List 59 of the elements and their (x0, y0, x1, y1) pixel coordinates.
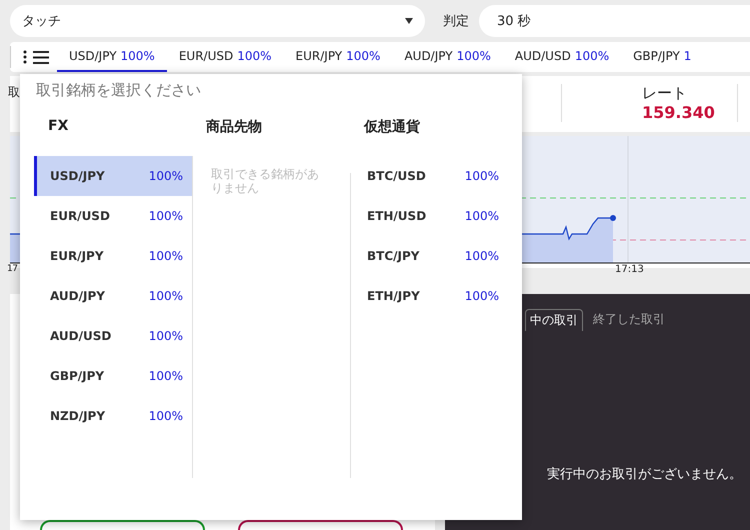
mode-select[interactable]: タッチ (10, 5, 425, 37)
time-label: 17 (7, 264, 18, 274)
symbol-name: AUD/JPY (50, 289, 105, 303)
symbol-name: ETH/JPY (367, 289, 420, 303)
symbol-name: EUR/USD (50, 209, 110, 223)
symbol-option[interactable]: AUD/JPY 100% (34, 276, 192, 316)
payout-rate: 100% (148, 289, 183, 303)
empty-message: 実行中のお取引がございません。 (547, 466, 743, 483)
symbol-tab[interactable]: AUD/USD 100% (502, 42, 622, 72)
symbol-option[interactable]: GBP/JPY 100% (34, 356, 192, 396)
symbol-name: GBP/JPY (50, 369, 104, 383)
trades-tab[interactable]: 終了した取引 (589, 309, 669, 331)
category-heading: FX (48, 118, 68, 136)
symbol-tab[interactable]: AUD/JPY 100% (392, 42, 503, 72)
symbol-option[interactable]: ETH/USD 100% (351, 196, 508, 236)
kebab-menu-icon[interactable] (23, 50, 27, 64)
symbol-tab[interactable]: USD/JPY 100% (57, 42, 167, 72)
select-value: タッチ (22, 13, 61, 30)
payout-rate: 100% (464, 209, 499, 223)
trades-tab[interactable]: 中の取引 (525, 309, 583, 331)
judgement-field[interactable]: 30 秒 (479, 5, 750, 37)
picker-title: 取引銘柄を選択ください (36, 81, 201, 100)
payout-rate: 100% (148, 409, 183, 423)
symbol-name: BTC/USD (367, 169, 426, 183)
rate-value: 159.340 (642, 103, 716, 122)
symbol-option[interactable]: EUR/JPY 100% (34, 236, 192, 276)
category-heading: 商品先物 (206, 118, 262, 137)
symbol-tab[interactable]: GBP/JPY 1 (621, 42, 704, 72)
caret-icon (405, 18, 413, 24)
panel-title: 取 (8, 84, 20, 101)
rate-label: レート (642, 84, 688, 103)
payout-rate: 100% (148, 249, 183, 263)
payout-rate: 100% (148, 329, 183, 343)
symbol-tab[interactable]: EUR/JPY 100% (284, 42, 392, 72)
symbol-name: AUD/USD (50, 329, 112, 343)
category-heading: 仮想通貨 (364, 118, 420, 137)
symbol-option[interactable]: EUR/USD 100% (34, 196, 192, 236)
payout-rate: 100% (148, 169, 183, 183)
payout-rate: 100% (464, 249, 499, 263)
menu-icon[interactable] (33, 50, 49, 64)
time-label: 17:13 (615, 264, 644, 275)
symbol-tab[interactable]: EUR/USD 100% (166, 42, 284, 72)
symbol-option[interactable]: AUD/USD 100% (34, 316, 192, 356)
payout-rate: 100% (464, 289, 499, 303)
payout-rate: 100% (148, 209, 183, 223)
symbol-option[interactable]: BTC/JPY 100% (351, 236, 508, 276)
symbol-name: ETH/USD (367, 209, 426, 223)
symbol-option[interactable]: USD/JPY 100% (34, 156, 192, 196)
symbol-option[interactable]: ETH/JPY 100% (351, 276, 508, 316)
payout-rate: 100% (464, 169, 499, 183)
symbol-name: USD/JPY (50, 169, 105, 183)
empty-message: 取引できる銘柄がありません (211, 168, 320, 196)
symbol-name: EUR/JPY (50, 249, 104, 263)
symbol-name: NZD/JPY (50, 409, 106, 423)
symbol-option[interactable]: NZD/JPY 100% (34, 396, 192, 436)
symbol-name: BTC/JPY (367, 249, 420, 263)
symbol-option[interactable]: BTC/USD 100% (351, 156, 508, 196)
payout-rate: 100% (148, 369, 183, 383)
judgement-label: 判定 (443, 13, 469, 30)
